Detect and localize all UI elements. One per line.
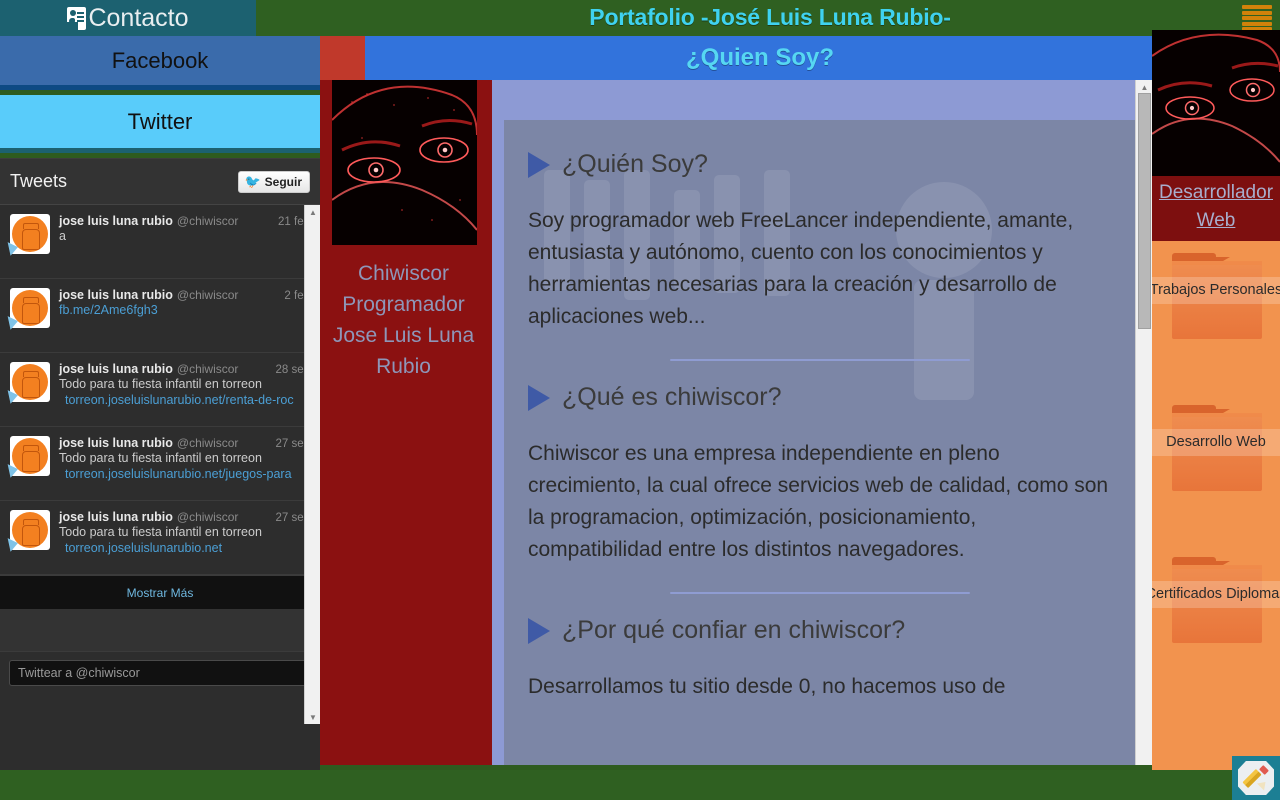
list-item[interactable]: jose luis luna rubio @chiwiscor 21 feb a: [0, 205, 320, 279]
tab-twitter-label: Twitter: [127, 108, 193, 134]
section-title: ¿Quién Soy?: [528, 150, 1112, 179]
sidebar-item-certificados-diplomas[interactable]: Certificados Diplomas: [1152, 545, 1280, 697]
twitter-widget-title: Tweets: [10, 171, 68, 191]
avatar: [7, 436, 50, 478]
profile-panel: Chiwiscor Programador Jose Luis Luna Rub…: [320, 80, 487, 765]
page-subtitle: ¿Quien Soy?: [685, 44, 834, 71]
content-panel: ¿Quién Soy? Soy programador web FreeLanc…: [504, 120, 1136, 765]
tab-facebook-label: Facebook: [111, 47, 209, 73]
portrait-red-eyes-svg: [332, 80, 477, 245]
triangle-bullet-icon: [528, 151, 550, 178]
tweet-author: jose luis luna rubio: [59, 362, 173, 376]
folder-label: Trabajos Personales: [1152, 277, 1280, 304]
twitter-spacer: [0, 609, 320, 651]
triangle-bullet-icon: [528, 384, 550, 411]
right-sidebar: Desarrollador Web Trabajos Personales De…: [1152, 30, 1280, 770]
tab-twitter[interactable]: Twitter: [0, 95, 320, 153]
profile-portrait-image: [332, 80, 477, 245]
scroll-down-icon[interactable]: ▼: [305, 710, 320, 724]
tweet-text: Todo para tu fiesta infantil en torreon: [59, 451, 262, 465]
tweet-list: jose luis luna rubio @chiwiscor 21 feb a…: [0, 205, 320, 575]
tweet-author: jose luis luna rubio: [59, 214, 173, 228]
tweet-text: Todo para tu fiesta infantil en torreon: [59, 525, 262, 539]
sidebar-item-desarrollo-web[interactable]: Desarrollo Web: [1152, 393, 1280, 545]
tweet-author: jose luis luna rubio: [59, 510, 173, 524]
show-more-button[interactable]: Mostrar Más: [0, 575, 320, 609]
hamburger-menu-icon[interactable]: [1242, 3, 1272, 33]
scrollbar-thumb[interactable]: [1138, 93, 1151, 329]
scroll-up-icon[interactable]: ▲: [305, 205, 320, 219]
list-item[interactable]: jose luis luna rubio @chiwiscor 27 sep T…: [0, 501, 320, 575]
triangle-bullet-icon: [528, 617, 550, 644]
section-title: ¿Qué es chiwiscor?: [528, 383, 1112, 412]
page-root: Portafolio -José Luis Luna Rubio- Contac…: [0, 0, 1280, 800]
avatar: [7, 288, 50, 330]
section-title-text: ¿Qué es chiwiscor?: [562, 383, 782, 411]
subtitle-bar: ¿Quien Soy?: [365, 36, 1155, 80]
section-title: ¿Por qué confiar en chiwiscor?: [528, 616, 1112, 645]
contact-card-icon: [67, 7, 87, 30]
section-title-text: ¿Por qué confiar en chiwiscor?: [562, 616, 906, 644]
tab-facebook[interactable]: Facebook: [0, 36, 320, 90]
section-body: Desarrollamos tu sitio desde 0, no hacem…: [528, 675, 1006, 698]
sidebar-caption-link[interactable]: Desarrollador Web: [1159, 182, 1273, 231]
tweet-text: a: [59, 229, 66, 243]
contacto-label: Contacto: [88, 3, 189, 32]
twitter-bird-icon: 🐦: [244, 174, 261, 189]
section-body: Chiwiscor es una empresa independiente e…: [528, 442, 1109, 561]
main-scrollbar[interactable]: ▲: [1135, 80, 1152, 765]
profile-name: Chiwiscor Programador Jose Luis Luna Rub…: [332, 262, 475, 378]
section-divider: [670, 359, 970, 361]
tweet-handle: @chiwiscor: [176, 510, 239, 524]
tweet-text: Todo para tu fiesta infantil en torreon: [59, 377, 262, 391]
follow-button[interactable]: 🐦 Seguir: [238, 170, 310, 193]
tweet-author: jose luis luna rubio: [59, 288, 173, 302]
avatar: [7, 362, 50, 404]
pencil-edit-icon: [1238, 761, 1274, 795]
avatar: [7, 214, 50, 256]
main-content: ¿Quién Soy? Soy programador web FreeLanc…: [492, 80, 1152, 765]
tweet-handle: @chiwiscor: [176, 436, 239, 450]
page-title: Portafolio -José Luis Luna Rubio-: [589, 4, 951, 30]
twitter-widget: Tweets 🐦 Seguir jose luis luna rubio @ch…: [0, 158, 320, 770]
contacto-header[interactable]: Contacto: [0, 0, 256, 36]
scroll-up-icon[interactable]: ▲: [1136, 80, 1152, 94]
sidebar-item-trabajos-personales[interactable]: Trabajos Personales: [1152, 241, 1280, 393]
twitter-scrollbar[interactable]: ▲ ▼: [304, 205, 320, 724]
tweet-handle: @chiwiscor: [176, 214, 239, 228]
sidebar-portrait-image: [1152, 30, 1280, 176]
sidebar-caption[interactable]: Desarrollador Web: [1152, 176, 1280, 241]
tweet-author: jose luis luna rubio: [59, 436, 173, 450]
compose-area: Twittear a @chiwiscor: [0, 651, 320, 694]
tweet-handle: @chiwiscor: [176, 288, 239, 302]
tweet-handle: @chiwiscor: [176, 362, 239, 376]
edit-button[interactable]: [1232, 756, 1280, 800]
compose-input[interactable]: Twittear a @chiwiscor: [9, 660, 311, 686]
bottom-bar: [0, 770, 1280, 800]
section-title-text: ¿Quién Soy?: [562, 150, 708, 178]
tweet-link[interactable]: fb.me/2Ame6fgh3: [59, 303, 310, 318]
red-accent-block: [320, 36, 365, 80]
tweet-link[interactable]: torreon.joseluislunarubio.net/renta-de-r…: [59, 393, 310, 408]
follow-button-label: Seguir: [264, 174, 302, 189]
list-item[interactable]: jose luis luna rubio @chiwiscor 28 sep T…: [0, 353, 320, 427]
twitter-widget-header: Tweets 🐦 Seguir: [0, 159, 320, 205]
folder-label: Desarrollo Web: [1152, 429, 1280, 456]
list-item[interactable]: jose luis luna rubio @chiwiscor 27 sep T…: [0, 427, 320, 501]
section-body: Soy programador web FreeLancer independi…: [528, 209, 1074, 328]
tweet-link[interactable]: torreon.joseluislunarubio.net: [59, 541, 310, 556]
section-divider: [670, 592, 970, 594]
show-more-label: Mostrar Más: [126, 585, 194, 600]
list-item[interactable]: jose luis luna rubio @chiwiscor 2 feb fb…: [0, 279, 320, 353]
tweet-link[interactable]: torreon.joseluislunarubio.net/juegos-par…: [59, 467, 310, 482]
avatar: [7, 510, 50, 552]
folder-label: Certificados Diplomas: [1152, 581, 1280, 608]
